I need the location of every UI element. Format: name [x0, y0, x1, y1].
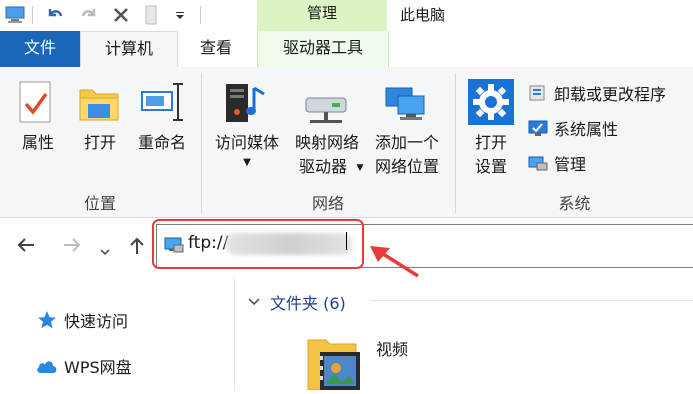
add-location-label-2: 网络位置 [374, 157, 439, 176]
window-title: 此电脑 [400, 6, 446, 24]
folder-item-video[interactable]: 视频 [306, 326, 506, 391]
open-button[interactable]: 打开 [72, 76, 128, 206]
add-location-label-1: 添加一个 [374, 133, 439, 152]
section-title: 文件夹 (6) [270, 294, 346, 313]
annotation-highlight-box [152, 219, 364, 269]
properties-button[interactable]: 属性 [10, 76, 66, 206]
uninstall-icon [528, 83, 548, 103]
rename-label: 重命名 [137, 133, 186, 152]
computer-icon[interactable] [4, 5, 26, 25]
map-drive-dropdown-icon: ▼ [356, 163, 364, 173]
nav-item-label: WPS网盘 [64, 358, 132, 377]
delete-icon[interactable] [110, 5, 132, 25]
map-drive-label-1: 映射网络 [294, 133, 359, 152]
network-group-label: 网络 [311, 194, 344, 213]
properties-icon[interactable] [142, 5, 160, 25]
manage-label: 管理 [554, 155, 587, 174]
properties-label: 属性 [21, 133, 54, 152]
uninstall-program-button[interactable]: 卸载或更改程序 [528, 80, 666, 106]
forward-arrow-icon[interactable] [62, 236, 82, 257]
uninstall-label: 卸载或更改程序 [554, 85, 667, 104]
recent-locations-icon[interactable] [100, 240, 110, 260]
dropdown-icon[interactable] [172, 5, 188, 25]
manage-icon [528, 153, 548, 173]
rename-icon [140, 82, 186, 126]
tab-drive-tools[interactable]: 驱动器工具 [257, 31, 389, 67]
back-arrow-icon[interactable] [16, 236, 36, 257]
media-icon [224, 80, 270, 130]
settings-gear-icon [468, 79, 514, 129]
map-network-drive-button[interactable]: 映射网络 驱动器 ▼ [288, 76, 366, 186]
properties-icon [18, 80, 54, 128]
location-group-label: 位置 [83, 194, 116, 213]
pane-divider[interactable] [234, 276, 235, 390]
annotation-arrow [366, 242, 426, 286]
network-location-icon [384, 84, 430, 130]
map-drive-label-2: 驱动器 [298, 157, 347, 176]
chevron-down-icon [248, 295, 260, 309]
system-properties-button[interactable]: 系统属性 [528, 115, 618, 141]
up-arrow-icon[interactable] [128, 236, 146, 259]
tab-computer[interactable]: 计算机 [80, 31, 178, 68]
open-label: 打开 [83, 133, 116, 152]
quick-access-divider [32, 6, 33, 24]
video-folder-icon [306, 332, 364, 394]
title-divider [200, 6, 201, 24]
undo-icon[interactable] [44, 5, 66, 25]
system-properties-icon [528, 118, 548, 138]
system-group-label: 系统 [558, 194, 591, 213]
open-settings-label-2: 设置 [474, 157, 507, 176]
add-network-location-button[interactable]: 添加一个 网络位置 [368, 76, 446, 186]
nav-item-quick-access[interactable]: 快速访问 [36, 308, 128, 332]
cloud-icon [36, 355, 58, 377]
media-dropdown-icon: ▼ [243, 157, 251, 168]
nav-item-label: 快速访问 [64, 312, 129, 331]
star-icon [36, 309, 58, 331]
folders-section-header[interactable]: 文件夹 (6) [248, 290, 346, 314]
redo-icon[interactable] [78, 5, 100, 25]
manage-context-tab[interactable]: 管理 [257, 0, 387, 31]
folder-item-label: 视频 [376, 340, 409, 359]
section-divider-line [370, 300, 693, 301]
system-properties-label: 系统属性 [554, 120, 619, 139]
tab-file[interactable]: 文件 [0, 31, 80, 67]
nav-item-wps-drive[interactable]: WPS网盘 [36, 354, 132, 378]
open-settings-button[interactable]: 打开 设置 [462, 76, 520, 186]
network-drive-icon [302, 86, 352, 130]
open-folder-icon [78, 84, 120, 126]
tab-view[interactable]: 查看 [176, 31, 256, 67]
rename-button[interactable]: 重命名 [132, 76, 192, 206]
open-settings-label-1: 打开 [474, 133, 507, 152]
manage-button[interactable]: 管理 [528, 150, 586, 176]
access-media-button[interactable]: 访问媒体 ▼ [208, 76, 286, 186]
